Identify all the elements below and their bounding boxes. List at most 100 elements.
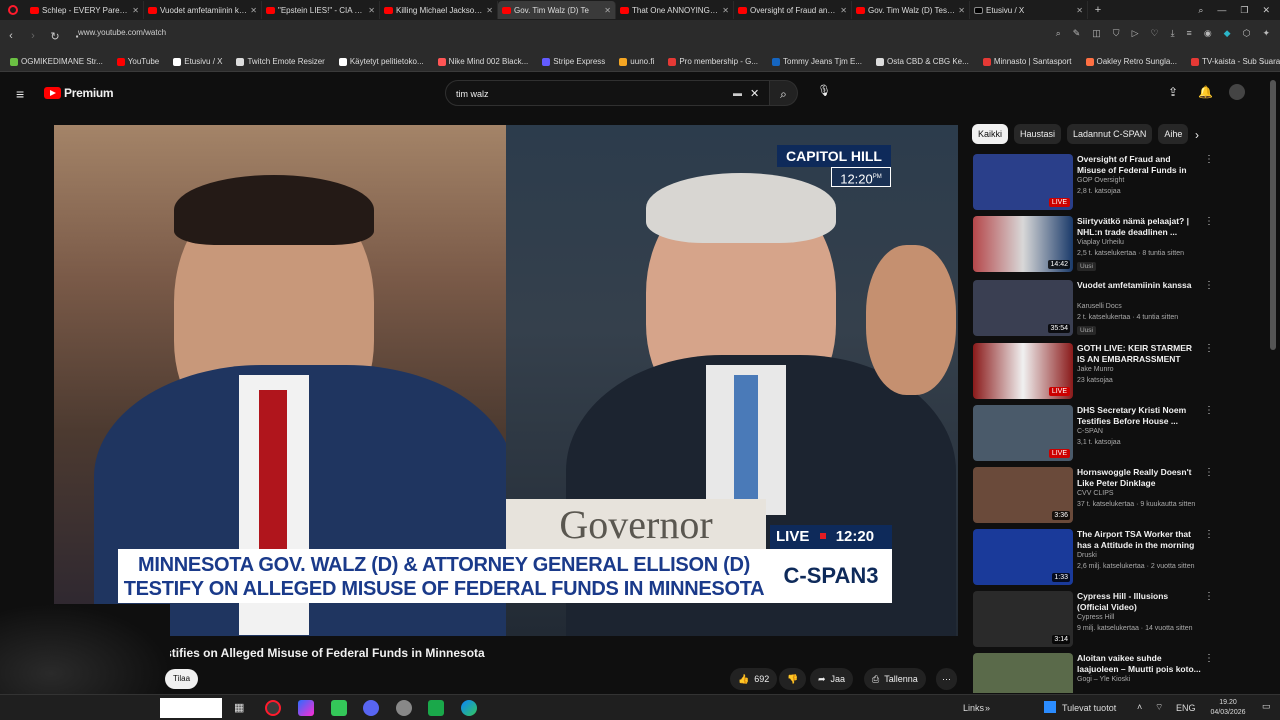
more-options-icon[interactable]: ⋮ [1204, 216, 1214, 227]
tab-3[interactable]: Killing Michael Jackson: Tr ✕ [380, 1, 498, 19]
new-tab-button[interactable]: + [1088, 4, 1108, 16]
menu-icon[interactable]: ≡ [1187, 28, 1192, 39]
search-tabs-icon[interactable]: ⌕ [1198, 5, 1203, 16]
back-icon[interactable]: ‹ [0, 30, 22, 42]
close-icon[interactable]: ✕ [250, 6, 257, 15]
shield-icon[interactable]: ⛉ [1113, 28, 1120, 39]
youtube-logo[interactable]: Premium [44, 86, 114, 100]
sidebar-video-3[interactable]: LIVE GOTH LIVE: KEIR STARMER IS AN EMBAR… [973, 343, 1273, 401]
keyboard-icon[interactable]: ▬ [733, 88, 742, 98]
bookmark-11[interactable]: Minnasto | Santasport [982, 57, 1072, 66]
sidebar-video-7[interactable]: 3:14 Cypress Hill - Illusions (Official … [973, 591, 1273, 649]
sidebar-video-8[interactable]: Aloitan vaikee suhde laajuoleen – Muutti… [973, 653, 1273, 693]
close-icon[interactable]: ✕ [958, 6, 965, 15]
sidebar-video-5[interactable]: 3:36 Hornswoggle Really Doesn't Like Pet… [973, 467, 1273, 525]
app-icon[interactable] [298, 700, 314, 716]
cube-icon[interactable]: ⬡ [1243, 28, 1251, 39]
search-page-icon[interactable]: ⌕ [1056, 28, 1061, 39]
close-icon[interactable]: ✕ [132, 6, 139, 15]
tab-1[interactable]: Vuodet amfetamiinin kan ✕ [144, 1, 262, 19]
close-icon[interactable]: ✕ [486, 6, 493, 15]
bookmark-6[interactable]: Stripe Express [542, 57, 605, 66]
browser-menu-icon[interactable] [0, 0, 26, 20]
tab-0[interactable]: Schlep - EVERY Parent Ne ✕ [26, 1, 144, 19]
more-actions-button[interactable]: ⋯ [936, 668, 957, 690]
bookmark-2[interactable]: Etusivu / X [173, 57, 222, 66]
more-options-icon[interactable]: ⋮ [1204, 343, 1214, 354]
chat-icon[interactable] [331, 700, 347, 716]
chips-next-icon[interactable]: › [1195, 128, 1199, 142]
more-options-icon[interactable]: ⋮ [1204, 405, 1214, 416]
tab-8[interactable]: Etusivu / X ✕ [970, 1, 1088, 19]
reload-icon[interactable]: ↻ [44, 30, 66, 43]
upload-icon[interactable]: ⇪ [1168, 85, 1178, 99]
window-close-icon[interactable]: ✕ [1262, 5, 1270, 16]
clock[interactable]: 19.20 04/03/2026 [1198, 698, 1258, 718]
tool-icon[interactable] [396, 700, 412, 716]
links-chevron-icon[interactable]: » [985, 703, 990, 713]
close-icon[interactable]: ✕ [722, 6, 729, 15]
sidebar-video-4[interactable]: LIVE DHS Secretary Kristi Noem Testifies… [973, 405, 1273, 463]
bookmarks-overflow-icon[interactable]: › [1261, 57, 1264, 66]
more-options-icon[interactable]: ⋮ [1204, 154, 1214, 165]
edge-icon[interactable] [461, 700, 477, 716]
sidebar-video-1[interactable]: 14:42 Siirtyvätkö nämä pelaajat? | NHL:n… [973, 216, 1273, 274]
hamburger-menu-icon[interactable]: ≡ [16, 86, 24, 102]
heart-icon[interactable]: ♡ [1150, 28, 1158, 39]
search-button[interactable]: ⌕ [770, 80, 798, 106]
minimize-icon[interactable]: — [1217, 5, 1226, 15]
bookmark-3[interactable]: Twitch Emote Resizer [236, 57, 325, 66]
more-options-icon[interactable]: ⋮ [1204, 653, 1214, 664]
close-icon[interactable]: ✕ [604, 6, 611, 15]
tray-chevron-icon[interactable]: ˄ [1137, 702, 1142, 712]
chip-topic[interactable]: Aihe [1158, 124, 1189, 144]
dislike-button[interactable]: 👎 [779, 668, 807, 690]
subscribe-button[interactable]: Tilaa [165, 669, 199, 689]
tab-6[interactable]: Oversight of Fraud and M ✕ [734, 1, 852, 19]
language-indicator[interactable]: ENG [1176, 703, 1196, 713]
notification-center-icon[interactable]: ▭ [1262, 701, 1271, 712]
extension-icon[interactable]: ◆ [1224, 28, 1231, 39]
chip-search[interactable]: Haustasi [1014, 124, 1062, 144]
widgets-label[interactable]: Tulevat tuotot [1062, 703, 1116, 713]
bookmark-13[interactable]: TV-kaista - Sub Suara [1190, 57, 1280, 66]
bookmark-9[interactable]: Tommy Jeans Tjm E... [772, 57, 862, 66]
video-player[interactable]: Governor CAPITOL HILL 12:20PM MINNESOTA … [54, 125, 958, 636]
more-options-icon[interactable]: ⋮ [1204, 467, 1214, 478]
bookmark-4[interactable]: Käytetyt pelitietoko... [338, 57, 424, 66]
bookmark-10[interactable]: Osta CBD & CBG Ke... [876, 57, 969, 66]
url-field[interactable]: www.youtube.com/watch [78, 28, 166, 37]
bookmark-1[interactable]: YouTube [116, 57, 159, 66]
task-view-icon[interactable]: ▦ [234, 701, 244, 714]
tab-4-active[interactable]: Gov. Tim Walz (D) Te ✕ [498, 1, 616, 19]
sidebar-video-6[interactable]: 1:33 The Airport TSA Worker that has a A… [973, 529, 1273, 587]
play-icon[interactable]: ▷ [1132, 28, 1139, 39]
widgets-icon[interactable] [1044, 701, 1056, 713]
search-input[interactable]: tim walz [445, 80, 770, 106]
maximize-icon[interactable]: ❐ [1240, 5, 1248, 16]
chip-cspan[interactable]: Ladannut C-SPAN [1067, 124, 1153, 144]
sidebar-video-0[interactable]: LIVE Oversight of Fraud and Misuse of Fe… [973, 154, 1273, 212]
bookmark-7[interactable]: uuno.fi [619, 57, 654, 66]
download-icon[interactable]: ⤓ [1171, 28, 1175, 39]
close-icon[interactable]: ✕ [1076, 6, 1083, 15]
more-options-icon[interactable]: ⋮ [1204, 280, 1214, 291]
tab-7[interactable]: Gov. Tim Walz (D) Testifie ✕ [852, 1, 970, 19]
bookmark-12[interactable]: Oakley Retro Sungla... [1085, 57, 1177, 66]
avatar[interactable] [1229, 84, 1245, 100]
like-button[interactable]: 👍 692 [730, 668, 778, 690]
ai-icon[interactable]: ✦ [1262, 28, 1270, 39]
bookmark-0[interactable]: OGMIKEDIMANE Str... [10, 57, 103, 66]
share-button[interactable]: ➦ Jaa [810, 668, 854, 690]
forward-icon[interactable]: › [22, 30, 44, 42]
microphone-icon[interactable]: 🎙 [815, 84, 833, 102]
bookmark-8[interactable]: Pro membership - G... [668, 57, 758, 66]
sidebar-video-2[interactable]: 35:54 Vuodet amfetamiinin kanssa Karusel… [973, 280, 1273, 338]
screenshot-icon[interactable]: ◫ [1092, 28, 1101, 39]
edit-icon[interactable]: ✎ [1073, 28, 1081, 39]
wifi-icon[interactable]: ⌔ [1155, 702, 1163, 713]
tab-5[interactable]: That One ANNOYING Dru ✕ [616, 1, 734, 19]
tab-2[interactable]: "Epstein LIES!" - CIA John ✕ [262, 1, 380, 19]
play-store-icon[interactable] [428, 700, 444, 716]
clear-search-icon[interactable]: ✕ [750, 87, 759, 100]
